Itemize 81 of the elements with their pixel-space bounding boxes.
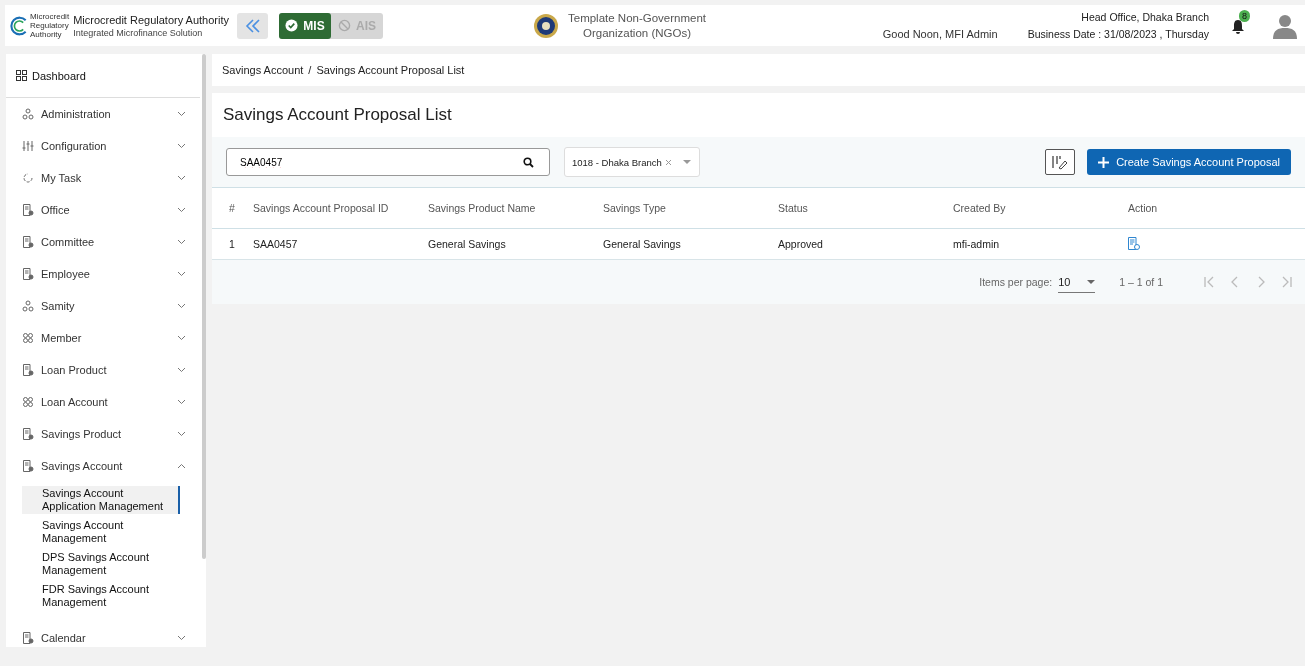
app-title: Microcredit Regulatory Authority bbox=[73, 13, 230, 26]
plus-icon bbox=[1098, 156, 1110, 168]
sidebar-menu-item[interactable]: Committee bbox=[6, 226, 206, 258]
sidebar-submenu-item[interactable]: Savings Account Management bbox=[22, 518, 180, 546]
sliders-icon bbox=[22, 140, 34, 152]
sidebar-submenu-item[interactable]: DPS Savings Account Management bbox=[22, 550, 180, 578]
mode-toggle[interactable]: MIS bbox=[279, 12, 332, 39]
document-icon bbox=[22, 204, 34, 216]
grid-icon bbox=[16, 70, 27, 81]
document-icon bbox=[22, 428, 34, 440]
columns-pencil-icon bbox=[1051, 154, 1070, 170]
column-header: # bbox=[212, 187, 252, 229]
page-size-select[interactable]: 10 bbox=[1058, 271, 1096, 293]
table-cell: Approved bbox=[777, 228, 952, 260]
breadcrumb-link[interactable]: Savings Account bbox=[222, 64, 304, 76]
sidebar-menu-item[interactable]: Savings Account bbox=[6, 450, 206, 482]
table-cell: 1 bbox=[212, 228, 252, 260]
group-icon bbox=[22, 396, 34, 408]
dropdown-arrow-icon bbox=[682, 160, 691, 164]
search-field[interactable]: SAA0457 bbox=[226, 148, 550, 176]
dashboard-link[interactable]: Dashboard bbox=[6, 54, 200, 98]
column-header: Created By bbox=[952, 187, 1127, 229]
office-name: Head Office, Dhaka Branch bbox=[1081, 11, 1209, 23]
collapse-sidebar-button[interactable] bbox=[237, 12, 269, 39]
view-document-icon[interactable] bbox=[1128, 236, 1140, 250]
bell-icon[interactable] bbox=[1231, 18, 1245, 35]
sidebar-submenu-item[interactable]: Savings Account Application Management bbox=[22, 486, 180, 514]
sidebar-menu-item[interactable]: Calendar bbox=[6, 622, 206, 647]
app-subtitle: Integrated Microfinance Solution bbox=[73, 27, 204, 38]
sidebar-menu-item[interactable]: Member bbox=[6, 322, 206, 354]
dropdown-arrow-icon bbox=[1087, 279, 1096, 284]
items-per-page-label: Items per page: bbox=[979, 276, 1053, 288]
sidebar-menu-item[interactable]: Configuration bbox=[6, 130, 206, 162]
people-icon bbox=[22, 300, 34, 312]
sidebar-menu-item[interactable]: Loan Product bbox=[6, 354, 206, 386]
sidebar-menu-item[interactable]: Employee bbox=[6, 258, 206, 290]
last-page-icon[interactable] bbox=[1281, 276, 1293, 288]
page-range: 1 – 1 of 1 bbox=[1119, 276, 1163, 288]
sidebar-menu-item[interactable]: Loan Account bbox=[6, 386, 206, 418]
sidebar-menu-item[interactable]: My Task bbox=[6, 162, 206, 194]
sidebar-submenu-item[interactable]: FDR Savings Account Management bbox=[22, 582, 180, 610]
check-circle-icon bbox=[285, 19, 299, 32]
branch-select[interactable]: 1018 - Dhaka Branch bbox=[564, 147, 700, 177]
column-edit-button[interactable] bbox=[1045, 149, 1076, 175]
sidebar-menu-item[interactable]: Office bbox=[6, 194, 206, 226]
create-proposal-button[interactable]: Create Savings Account Proposal bbox=[1087, 149, 1291, 175]
page-title: Savings Account Proposal List bbox=[222, 104, 453, 126]
breadcrumb-link[interactable]: Savings Account Proposal List bbox=[316, 64, 465, 76]
sidebar-menu-item[interactable]: Samity bbox=[6, 290, 206, 322]
breadcrumb-separator: / bbox=[308, 64, 312, 76]
greeting-text: Good Noon, MFI Admin bbox=[882, 28, 998, 40]
document-icon bbox=[22, 460, 34, 472]
table-cell: General Savings bbox=[602, 228, 777, 260]
document-icon bbox=[22, 364, 34, 376]
document-icon bbox=[22, 236, 34, 248]
column-header: Action bbox=[1127, 187, 1305, 229]
search-icon[interactable] bbox=[523, 157, 534, 168]
table-cell: General Savings bbox=[427, 228, 602, 260]
table-cell: mfi-admin bbox=[952, 228, 1127, 260]
business-date: Business Date : 31/08/2023 , Thursday bbox=[1027, 28, 1209, 40]
organization-name: Template Non-Government Organization (NGOs) bbox=[567, 10, 708, 41]
logo-text: Authority bbox=[30, 30, 63, 39]
people-icon bbox=[22, 108, 34, 120]
blocked-icon bbox=[338, 19, 351, 32]
notification-count: 8 bbox=[1239, 9, 1250, 22]
user-avatar-icon[interactable] bbox=[1273, 12, 1297, 39]
table-cell: SAA0457 bbox=[252, 228, 427, 260]
document-icon bbox=[22, 632, 34, 644]
sidebar-menu-item[interactable]: Savings Product bbox=[6, 418, 206, 450]
column-header: Savings Type bbox=[602, 187, 777, 229]
logo-text: Microcredit bbox=[30, 12, 70, 21]
group-icon bbox=[22, 332, 34, 344]
clear-icon[interactable] bbox=[664, 158, 672, 166]
document-icon bbox=[22, 268, 34, 280]
first-page-icon[interactable] bbox=[1203, 276, 1215, 288]
sidebar-menu-item[interactable]: Administration bbox=[6, 98, 206, 130]
column-header: Savings Account Proposal ID bbox=[252, 187, 427, 229]
seal-icon bbox=[533, 12, 560, 39]
logo-text: Regulatory bbox=[30, 21, 70, 30]
column-header: Status bbox=[777, 187, 952, 229]
column-header: Savings Product Name bbox=[427, 187, 602, 229]
